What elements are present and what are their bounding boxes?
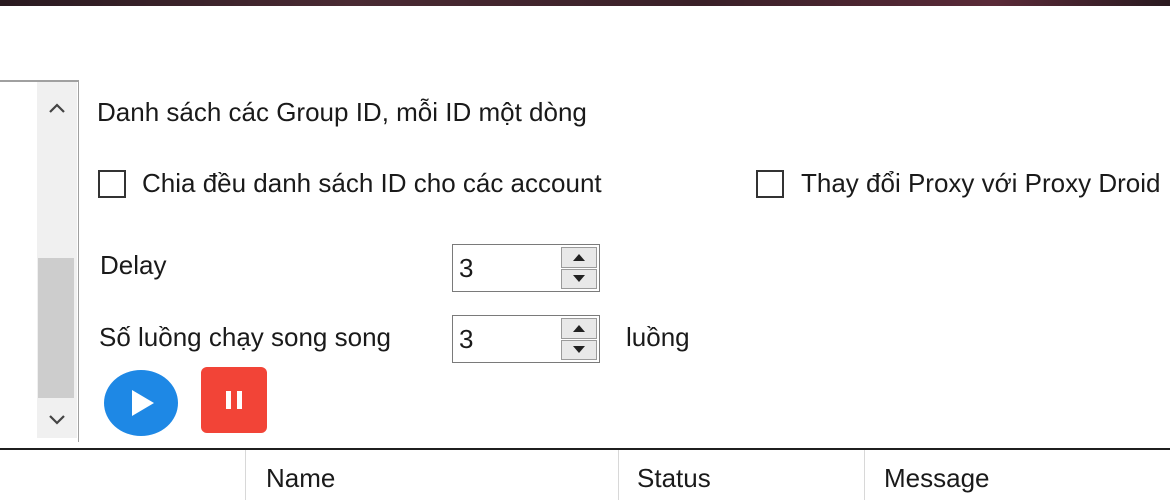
scroll-up-icon[interactable]	[37, 90, 77, 126]
threads-value[interactable]: 3	[459, 324, 473, 354]
column-header-name[interactable]: Name	[266, 463, 335, 493]
delay-decrement-button[interactable]	[561, 268, 597, 289]
delay-numeric-input[interactable]: 3	[452, 244, 600, 292]
threads-increment-button[interactable]	[561, 318, 597, 339]
threads-numeric-input[interactable]: 3	[452, 315, 600, 363]
proxy-droid-checkbox[interactable]	[756, 170, 784, 198]
column-header-message[interactable]: Message	[884, 463, 990, 493]
delay-label: Delay	[100, 250, 167, 280]
threads-decrement-button[interactable]	[561, 339, 597, 360]
pause-icon	[226, 391, 242, 409]
group-ids-label: Danh sách các Group ID, mỗi ID một dòng	[97, 97, 587, 127]
delay-value[interactable]: 3	[459, 253, 473, 283]
split-ids-checkbox[interactable]	[98, 170, 126, 198]
delay-spinner[interactable]	[561, 247, 597, 289]
start-button[interactable]	[104, 370, 178, 436]
threads-label: Số luồng chạy song song	[99, 322, 391, 352]
arrow-up-icon	[573, 253, 585, 261]
pause-button[interactable]	[201, 367, 267, 433]
play-icon	[132, 390, 154, 416]
column-divider[interactable]	[245, 450, 246, 500]
arrow-down-icon	[573, 275, 585, 283]
column-divider[interactable]	[618, 450, 619, 500]
threads-unit-label: luồng	[626, 322, 690, 352]
threads-spinner[interactable]	[561, 318, 597, 360]
column-divider[interactable]	[864, 450, 865, 500]
proxy-droid-checkbox-label[interactable]: Thay đổi Proxy với Proxy Droid	[801, 168, 1161, 198]
results-grid-header	[0, 450, 1170, 500]
arrow-down-icon	[573, 346, 585, 354]
scrollbar-thumb[interactable]	[38, 258, 74, 398]
column-header-status[interactable]: Status	[637, 463, 711, 493]
split-ids-checkbox-label[interactable]: Chia đều danh sách ID cho các account	[142, 168, 602, 198]
scroll-down-icon[interactable]	[37, 402, 77, 438]
delay-increment-button[interactable]	[561, 247, 597, 268]
arrow-up-icon	[573, 324, 585, 332]
window-top-border	[0, 0, 1170, 6]
